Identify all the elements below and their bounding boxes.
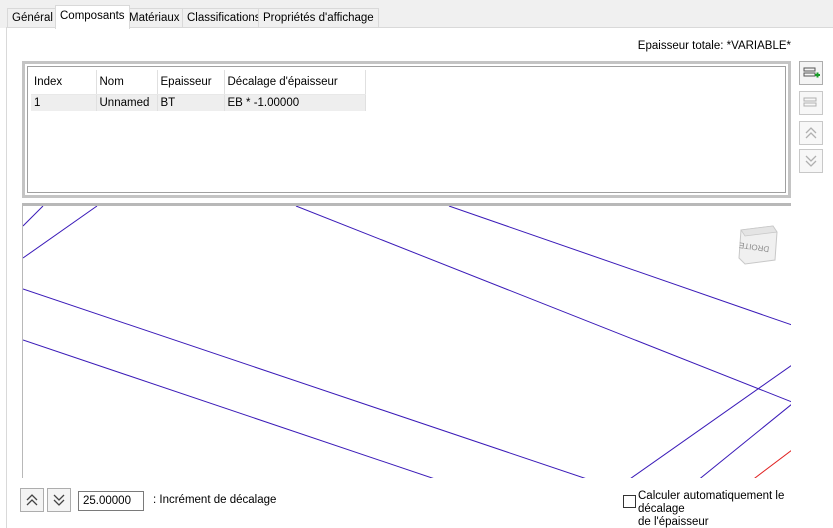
auto-calc-label[interactable]: Calculer automatiquement le décalage de … (638, 490, 828, 528)
total-thickness-label: Epaisseur totale: *VARIABLE* (637, 40, 791, 52)
offset-increment-label: : Incrément de décalage (153, 494, 277, 506)
tab-materiaux[interactable]: Matériaux (124, 8, 185, 28)
tab-bar: Général Composants Matériaux Classificat… (0, 0, 833, 29)
tab-proprietes-affichage[interactable]: Propriétés d'affichage (258, 8, 379, 28)
components-grid[interactable]: Index Nom Epaisseur Décalage d'épaisseur… (27, 66, 786, 193)
add-component-icon (803, 67, 820, 78)
auto-calc-label-line1: Calculer automatiquement le décalage (638, 490, 785, 515)
column-header-nom[interactable]: Nom (96, 70, 158, 95)
components-table: Index Nom Epaisseur Décalage d'épaisseur… (31, 70, 366, 111)
move-down-icon (53, 494, 65, 506)
cell-decalage[interactable]: EB * -1.00000 (224, 94, 366, 111)
tab-classifications[interactable]: Classifications (182, 8, 266, 28)
wall-line (295, 206, 791, 403)
remove-component-button[interactable] (799, 91, 823, 115)
wall-line (699, 404, 791, 478)
cell-nom[interactable]: Unnamed (95, 94, 158, 111)
move-down-icon (805, 155, 817, 167)
wall-line (23, 288, 586, 478)
accent-line (754, 450, 791, 478)
wall-line (23, 206, 98, 259)
offset-increment-input[interactable]: 25.00000 (78, 491, 144, 511)
components-grid-frame: Index Nom Epaisseur Décalage d'épaisseur… (22, 61, 791, 198)
preview-viewport[interactable]: DROITE (22, 203, 791, 478)
auto-calc-checkbox[interactable] (623, 495, 636, 508)
column-header-epaisseur[interactable]: Epaisseur (157, 70, 225, 95)
remove-component-icon (803, 97, 817, 107)
move-down-button[interactable] (799, 149, 823, 173)
increment-down-button[interactable] (47, 488, 71, 512)
wall-line (23, 206, 44, 227)
move-up-icon (805, 127, 817, 139)
wall-line (448, 206, 791, 326)
cell-index[interactable]: 1 (31, 94, 97, 111)
preview-drawing: DROITE (23, 206, 791, 478)
column-header-index[interactable]: Index (31, 70, 97, 95)
move-up-icon (26, 494, 38, 506)
add-component-button[interactable] (799, 61, 823, 85)
move-up-button[interactable] (799, 121, 823, 145)
tab-composants[interactable]: Composants (55, 5, 130, 29)
increment-up-button[interactable] (20, 488, 44, 512)
column-header-decalage[interactable]: Décalage d'épaisseur (224, 70, 366, 95)
auto-calc-label-line2: de l'épaisseur (638, 516, 709, 528)
viewcube-icon: DROITE (738, 225, 778, 265)
wall-line (630, 365, 791, 478)
table-row[interactable]: 1 Unnamed BT EB * -1.00000 (31, 94, 366, 111)
tab-general[interactable]: Général (7, 8, 58, 28)
cell-epaisseur[interactable]: BT (157, 94, 225, 111)
